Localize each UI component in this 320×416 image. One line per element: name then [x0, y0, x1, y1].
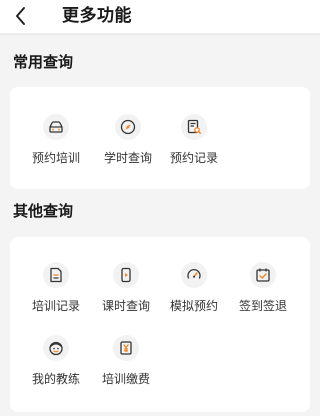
- payment-icon: [113, 335, 139, 361]
- common-query-card: 预约培训 学时查询 预约记录: [10, 87, 310, 189]
- item-label: 预约记录: [169, 151, 218, 165]
- item-label: 预约培训: [31, 151, 80, 165]
- item-label: 培训缴费: [101, 372, 150, 386]
- top-bar: 更多功能: [0, 0, 320, 34]
- record-search-icon: [181, 114, 207, 140]
- document-icon: [43, 262, 69, 288]
- item-label: 模拟预约: [169, 299, 218, 313]
- lesson-hours-button[interactable]: 课时查询: [96, 262, 156, 322]
- coach-face-icon: [43, 335, 69, 361]
- section-title-other: 其他查询: [13, 202, 74, 220]
- item-label: 培训记录: [31, 299, 80, 313]
- back-arrow-icon: [16, 7, 25, 25]
- page-title: 更多功能: [62, 6, 132, 26]
- compass-icon: [115, 114, 141, 140]
- study-hours-button[interactable]: 学时查询: [98, 114, 158, 174]
- back-button[interactable]: [8, 4, 34, 28]
- check-in-icon: [250, 262, 276, 288]
- item-label: 我的教练: [31, 372, 80, 386]
- video-phone-icon: [113, 262, 139, 288]
- book-training-button[interactable]: 预约培训: [26, 114, 86, 174]
- check-in-out-button[interactable]: 签到签退: [233, 262, 293, 322]
- item-label: 学时查询: [103, 151, 152, 165]
- car-icon: [43, 114, 69, 140]
- my-coach-button[interactable]: 我的教练: [26, 335, 86, 395]
- other-query-card: 培训记录 课时查询 模拟预约 签到签退 我的教练 培训缴费: [10, 237, 310, 412]
- booking-records-button[interactable]: 预约记录: [164, 114, 224, 174]
- item-label: 课时查询: [101, 299, 150, 313]
- section-title-common: 常用查询: [13, 53, 74, 71]
- mock-booking-button[interactable]: 模拟预约: [164, 262, 224, 322]
- training-records-button[interactable]: 培训记录: [26, 262, 86, 322]
- speedometer-icon: [181, 262, 207, 288]
- item-label: 签到签退: [238, 299, 287, 313]
- training-payment-button[interactable]: 培训缴费: [96, 335, 156, 395]
